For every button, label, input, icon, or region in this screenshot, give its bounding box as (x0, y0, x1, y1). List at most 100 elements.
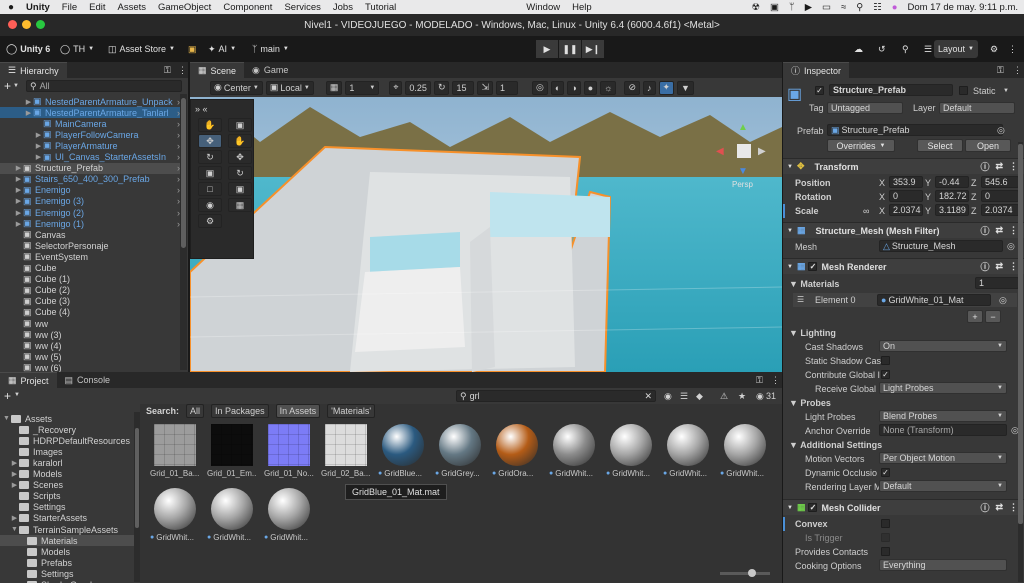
hierarchy-scrollbar[interactable] (180, 94, 187, 370)
chevron-down-icon[interactable]: ▼ (13, 83, 19, 89)
convex-checkbox[interactable] (881, 519, 890, 528)
scale-x-field[interactable]: 2.0374 (889, 204, 923, 216)
hierarchy-row[interactable]: ▶ ▣ Enemigo (2) › (0, 207, 182, 218)
hierarchy-row[interactable]: ▣ ww (0, 318, 182, 329)
lock-icon[interactable]: ⚿ (997, 65, 1004, 76)
asset-item[interactable]: ● GridGrey... (435, 424, 485, 478)
folder-row[interactable]: ShaderGraphs (0, 580, 136, 583)
folder-row[interactable]: Images (0, 446, 136, 457)
expand-arrow-icon[interactable]: ▶ (10, 481, 19, 489)
mesh-filter-header[interactable]: ▼ ▦ Structure_Mesh (Mesh Filter) ⓘ ⇄ ⋮ (783, 222, 1024, 238)
add-icon[interactable]: + (4, 389, 11, 403)
grid-snap-button[interactable]: ▦ (228, 198, 252, 212)
filter-type-icon[interactable]: ◉ (664, 391, 672, 402)
help-icon[interactable]: ⓘ (980, 501, 989, 514)
mesh-collider-header[interactable]: ▼ ▦ ✓ Mesh Collider ⓘ ⇄ ⋮ (783, 499, 1024, 515)
chevron-down-icon[interactable]: ▼ (1003, 88, 1009, 94)
position-x-field[interactable]: 353.9 (889, 176, 923, 188)
camera-button[interactable]: ▼ (677, 80, 694, 95)
scale-z-field[interactable]: 2.0374 (981, 204, 1019, 216)
zoom-window-button[interactable] (36, 20, 45, 29)
static-shadow-checkbox[interactable] (881, 356, 890, 365)
preset-icon[interactable]: ⇄ (995, 161, 1003, 172)
neg-x-axis-icon[interactable]: ▶ (758, 146, 766, 157)
select-button[interactable]: Select (917, 139, 963, 152)
open-button[interactable]: Open (965, 139, 1011, 152)
scope-in-assets-button[interactable]: In Assets (275, 404, 321, 418)
scale-snap-field[interactable]: 1 (496, 80, 519, 95)
folder-row[interactable]: ▼ TerrainSampleAssets (0, 524, 136, 535)
scene-viewport[interactable] (190, 97, 782, 372)
chevron-down-icon[interactable]: ▼ (14, 392, 20, 398)
search-button[interactable]: ⚲ (898, 40, 913, 58)
folder-row[interactable]: Settings (0, 502, 136, 513)
object-mode-button[interactable]: ▣ (228, 118, 252, 132)
gizmo-center-cube[interactable] (737, 144, 751, 158)
scope-all-button[interactable]: All (186, 404, 205, 418)
expand-arrow-icon[interactable]: ▶ (24, 98, 33, 106)
provides-contacts-checkbox[interactable] (881, 547, 890, 556)
star-icon[interactable]: ★ (738, 391, 746, 402)
texture-thumbnail[interactable] (211, 424, 253, 466)
menu-assets[interactable]: Assets (117, 2, 146, 13)
mesh-collider-enabled-checkbox[interactable]: ✓ (808, 503, 818, 512)
hierarchy-row[interactable]: ▶ ▣ NestedParentArmature_Tanlarl › (0, 107, 182, 119)
hierarchy-row[interactable]: ▣ ww (5) (0, 351, 182, 362)
dynamic-occlusion-checkbox[interactable]: ✓ (881, 468, 890, 477)
is-trigger-checkbox[interactable] (881, 533, 890, 542)
add-icon[interactable]: + (4, 79, 11, 93)
history-button[interactable]: ↺ (874, 40, 890, 58)
gizmos-button[interactable]: ✦ (658, 80, 675, 95)
hierarchy-row[interactable]: ▣ ww (3) (0, 329, 182, 340)
expand-arrow-icon[interactable]: ▼ (10, 526, 19, 533)
active-checkbox[interactable]: ✓ (815, 86, 824, 95)
position-z-field[interactable]: 545.6 (981, 176, 1019, 188)
warning-icon[interactable]: ⚠ (720, 391, 728, 402)
material-element-row[interactable]: ☰ Element 0 ● GridWhite_01_Mat ◎ (793, 293, 1017, 307)
help-icon[interactable]: ⓘ (980, 260, 989, 273)
bluetooth-icon[interactable]: ᛘ (789, 2, 795, 13)
tag-icon[interactable]: ◆ (696, 391, 703, 402)
projection-label[interactable]: Persp (732, 180, 753, 189)
expand-arrow-icon[interactable]: ▶ (34, 153, 43, 161)
asset-item[interactable]: ● GridWhit... (606, 424, 656, 478)
materials-foldout[interactable]: ▼ Materials (789, 279, 839, 289)
scope-in-packages-button[interactable]: In Packages (211, 404, 269, 418)
menubar-datetime[interactable]: Dom 17 de may. 9:11 p.m. (907, 2, 1018, 13)
cast-shadows-dropdown[interactable]: On ▼ (879, 340, 1007, 352)
hierarchy-menu-icon[interactable]: ⋮ (178, 65, 187, 76)
component-menu-icon[interactable]: ⋮ (1009, 502, 1018, 513)
target-icon[interactable]: ◎ (1007, 241, 1015, 252)
hierarchy-row[interactable]: ▶ ▣ Structure_Prefab › (0, 162, 182, 174)
rotation-z-field[interactable]: 0 (981, 190, 1019, 202)
radiation-icon[interactable]: ☢ (751, 2, 760, 13)
move-tool[interactable]: ✥ (198, 134, 222, 148)
asset-item[interactable]: ● GridBlue... (378, 424, 428, 478)
folder-row[interactable]: Models (0, 546, 136, 557)
expand-arrow-icon[interactable]: ▶ (14, 197, 23, 205)
transform-header[interactable]: ▼ ✥ Transform ⓘ ⇄ ⋮ (783, 158, 1024, 174)
overrides-dropdown[interactable]: Overrides ▼ (827, 139, 895, 152)
cloud-button[interactable]: ☁ (850, 40, 867, 58)
material-sphere-thumbnail[interactable] (667, 424, 709, 466)
hierarchy-row[interactable]: ▶ ▣ NestedParentArmature_Unpack › (0, 96, 182, 107)
lock-icon[interactable]: ⚿ (164, 65, 171, 76)
search-menubar-icon[interactable]: ⚲ (856, 2, 863, 13)
rotation-snap-field[interactable]: 15 (452, 80, 475, 95)
branch-button[interactable]: ᛉ main ▼ (248, 40, 293, 58)
folder-row[interactable]: Prefabs (0, 557, 136, 568)
hierarchy-row[interactable]: ▶ ▣ Enemigo (3) › (0, 196, 182, 207)
audio-button[interactable]: ♪ (643, 80, 656, 95)
expand-arrow-icon[interactable]: ▶ (14, 209, 23, 217)
hierarchy-row[interactable]: ▶ ▣ PlayerFollowCamera › (0, 129, 182, 140)
scope-materials-button[interactable]: 'Materials' (327, 404, 376, 418)
folder-row[interactable]: ▶ Scenes (0, 480, 136, 491)
slider-thumb[interactable] (748, 569, 756, 577)
mesh-renderer-enabled-checkbox[interactable]: ✓ (808, 262, 818, 271)
asset-item[interactable]: Grid_01_No... (264, 424, 314, 478)
space-local-dropdown[interactable]: ▣ Local ▼ (265, 80, 314, 95)
drag-handle-icon[interactable]: ☰ (797, 295, 804, 304)
link-icon[interactable]: ∞ (863, 206, 869, 216)
receive-gi-dropdown[interactable]: Light Probes ▼ (879, 382, 1007, 394)
hierarchy-row[interactable]: ▣ Cube (1) (0, 274, 182, 285)
